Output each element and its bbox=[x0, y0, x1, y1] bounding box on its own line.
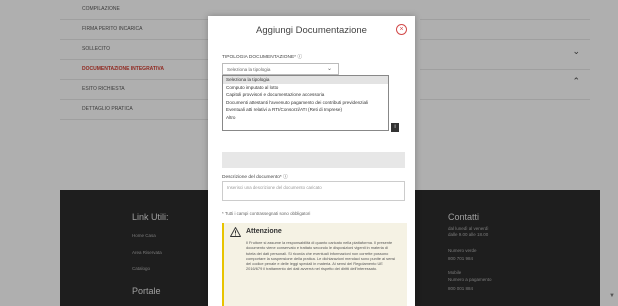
warning-icon bbox=[230, 227, 241, 237]
descrizione-label: Descrizione del documento* ⓘ bbox=[222, 175, 288, 180]
chevron-down-icon: ⌄ bbox=[326, 66, 332, 72]
upload-area[interactable] bbox=[222, 152, 405, 168]
dropdown-option[interactable]: Eventuali atti relativi a RTI/Consorzi/A… bbox=[223, 106, 388, 114]
modal-title: Aggiungi Documentazione bbox=[256, 25, 367, 36]
warning-box: Attenzione Il Fruitore si assume la resp… bbox=[222, 223, 407, 306]
warning-text: Il Fruitore si assume la responsabilità … bbox=[246, 240, 396, 272]
textarea-placeholder: Inserisci una descrizione del documento … bbox=[227, 185, 322, 190]
tipologia-select[interactable]: Seleziona la tipologia ⌄ bbox=[222, 63, 339, 75]
dropdown-option[interactable]: Seleziona la tipologia bbox=[223, 76, 388, 84]
descrizione-textarea[interactable]: Inserisci una descrizione del documento … bbox=[222, 181, 405, 201]
close-icon[interactable]: × bbox=[396, 24, 407, 35]
scroll-down-icon[interactable]: ▼ bbox=[609, 293, 615, 299]
required-note: * Tutti i campi contrassegnati sono obbl… bbox=[222, 211, 311, 216]
dropdown-option[interactable]: Computo imputato al lotto bbox=[223, 84, 388, 92]
tipologia-label: TIPOLOGIA DOCUMENTAZIONE* ⓘ bbox=[222, 55, 303, 60]
tipologia-dropdown: Seleziona la tipologia Computo imputato … bbox=[222, 75, 389, 131]
add-documentation-modal: Aggiungi Documentazione × TIPOLOGIA DOCU… bbox=[208, 16, 415, 306]
dropdown-option[interactable]: Capitoli provvisori e documentazione acc… bbox=[223, 91, 388, 99]
dropdown-option[interactable]: Documenti attestanti l'avvenuto pagament… bbox=[223, 99, 388, 107]
dropdown-option[interactable]: Altro bbox=[223, 114, 388, 122]
warning-title: Attenzione bbox=[246, 228, 282, 235]
select-value: Seleziona la tipologia bbox=[227, 67, 271, 72]
info-icon[interactable]: i bbox=[391, 123, 399, 132]
